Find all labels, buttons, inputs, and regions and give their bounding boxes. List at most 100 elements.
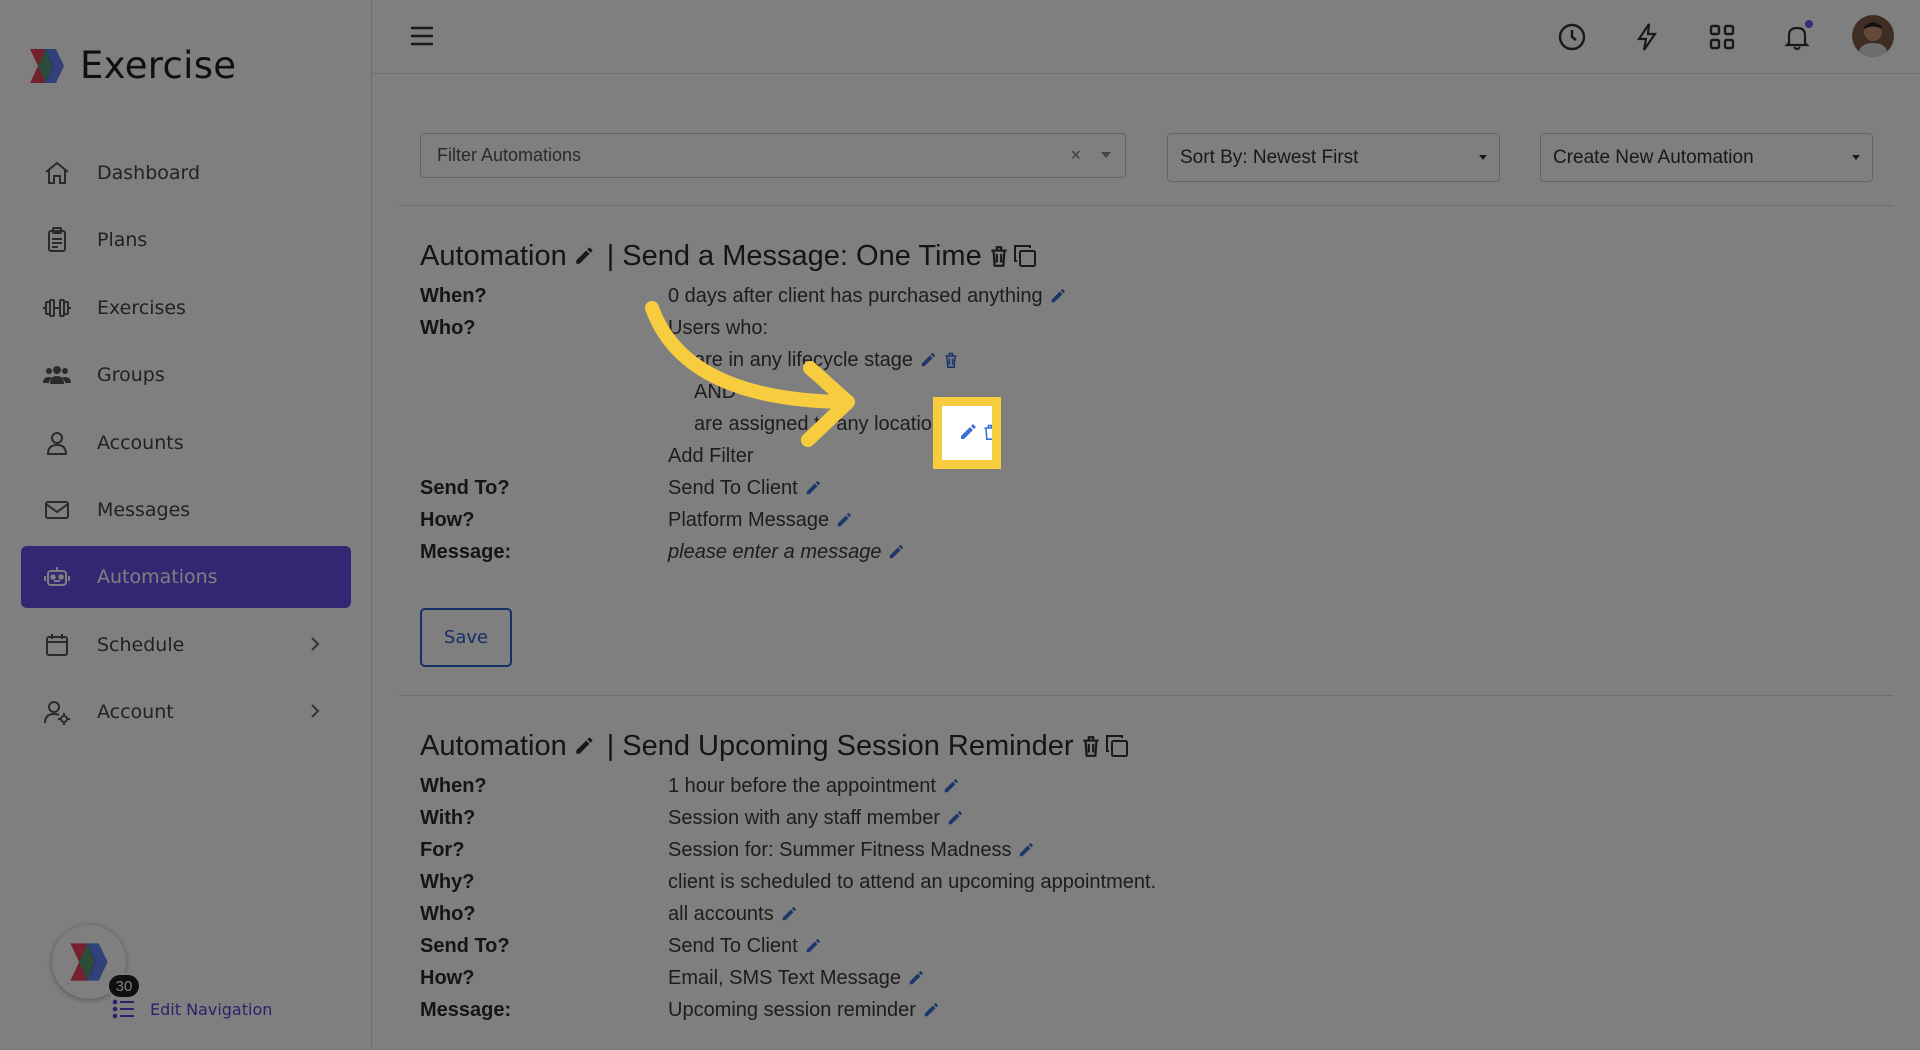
sidebar-item-label: Groups bbox=[97, 364, 165, 387]
how-value-group: Email, SMS Text Message bbox=[668, 967, 925, 990]
brand-name: Exercise bbox=[80, 44, 237, 87]
user-gear-icon bbox=[41, 696, 73, 728]
why-value: client is scheduled to attend an upcomin… bbox=[668, 870, 1157, 893]
add-filter-link[interactable]: Add Filter bbox=[668, 445, 754, 468]
sidebar-item-label: Dashboard bbox=[97, 162, 201, 184]
title-separator: | bbox=[606, 729, 615, 762]
user-icon bbox=[41, 427, 73, 459]
home-icon bbox=[41, 157, 73, 189]
pencil-icon[interactable] bbox=[573, 245, 595, 267]
copy-icon[interactable] bbox=[1104, 733, 1130, 759]
title-separator: | bbox=[606, 239, 615, 272]
pencil-icon[interactable] bbox=[780, 905, 798, 923]
automation-card: Automation | Send a Message: One Time Wh… bbox=[420, 238, 1065, 563]
pencil-icon[interactable] bbox=[835, 511, 853, 529]
brand[interactable]: Exercise bbox=[26, 44, 236, 87]
filter-value-group: are in any lifecycle stage bbox=[694, 349, 959, 372]
automation-title: Automation | Send a Message: One Time bbox=[420, 238, 1038, 274]
pencil-icon[interactable] bbox=[1049, 287, 1067, 305]
clock-icon[interactable] bbox=[1555, 20, 1589, 54]
user-avatar[interactable] bbox=[1852, 15, 1894, 57]
clipboard-icon bbox=[41, 224, 73, 256]
copy-icon[interactable] bbox=[1012, 243, 1038, 269]
create-automation-select[interactable]: Create New Automation bbox=[1540, 133, 1873, 182]
caret-down-icon[interactable] bbox=[1101, 152, 1111, 158]
when-label: When? bbox=[420, 284, 487, 307]
trash-icon[interactable] bbox=[988, 244, 1010, 268]
send-to-value-group: Send To Client bbox=[668, 935, 822, 958]
pencil-icon[interactable] bbox=[922, 1001, 940, 1019]
sidebar-item-schedule[interactable]: Schedule bbox=[21, 614, 351, 676]
sidebar-item-plans[interactable]: Plans bbox=[21, 209, 351, 271]
caret-down-icon bbox=[1852, 155, 1860, 160]
divider bbox=[399, 205, 1893, 206]
robot-icon bbox=[41, 561, 73, 593]
app-launcher-button[interactable]: 30 bbox=[52, 925, 141, 999]
main-content: Filter Automations × Sort By: Newest Fir… bbox=[372, 74, 1920, 1050]
when-value: 0 days after client has purchased anythi… bbox=[668, 284, 1043, 307]
how-value-group: Platform Message bbox=[668, 509, 853, 532]
dumbbell-icon bbox=[41, 292, 73, 324]
pencil-icon[interactable] bbox=[942, 777, 960, 795]
highlighted-pencil-button[interactable] bbox=[942, 406, 992, 460]
bell-icon[interactable] bbox=[1780, 20, 1814, 54]
sidebar-item-automations[interactable]: Automations bbox=[21, 546, 351, 609]
divider bbox=[399, 695, 1893, 696]
send-to-label: Send To? bbox=[420, 476, 510, 499]
sort-select[interactable]: Sort By: Newest First bbox=[1167, 133, 1500, 182]
message-value-group: please enter a message bbox=[668, 541, 905, 564]
brand-logo-icon bbox=[70, 943, 108, 981]
sidebar: Exercise Dashboard Plans Exercises Group… bbox=[0, 0, 372, 1050]
apps-grid-icon[interactable] bbox=[1705, 20, 1739, 54]
pencil-icon[interactable] bbox=[887, 543, 905, 561]
when-label: When? bbox=[420, 774, 487, 797]
notification-count-badge: 30 bbox=[107, 973, 141, 999]
sidebar-nav: Dashboard Plans Exercises Groups Account… bbox=[21, 142, 351, 749]
why-label: Why? bbox=[420, 870, 475, 893]
sidebar-item-groups[interactable]: Groups bbox=[21, 344, 351, 406]
location-filter-value: are assigned to any location bbox=[694, 412, 944, 435]
when-value-group: 1 hour before the appointment bbox=[668, 775, 960, 798]
message-label: Message: bbox=[420, 998, 512, 1021]
for-value: Session for: Summer Fitness Madness bbox=[668, 838, 1012, 861]
pencil-icon[interactable] bbox=[573, 735, 595, 757]
pencil-icon[interactable] bbox=[1017, 841, 1035, 859]
lifecycle-filter-value: are in any lifecycle stage bbox=[694, 348, 914, 371]
how-label: How? bbox=[420, 508, 475, 531]
with-value-group: Session with any staff member bbox=[668, 807, 964, 830]
pencil-icon[interactable] bbox=[946, 809, 964, 827]
pencil-icon[interactable] bbox=[907, 969, 925, 987]
save-button[interactable]: Save bbox=[420, 608, 512, 667]
sidebar-item-label: Automations bbox=[97, 566, 218, 589]
edit-navigation-link[interactable]: Edit Navigation bbox=[112, 997, 272, 1021]
sidebar-item-label: Account bbox=[97, 701, 174, 724]
send-to-label: Send To? bbox=[420, 934, 510, 957]
and-label: AND bbox=[694, 380, 737, 403]
sidebar-item-accounts[interactable]: Accounts bbox=[21, 412, 351, 474]
lightning-icon[interactable] bbox=[1630, 20, 1664, 54]
sidebar-item-account[interactable]: Account bbox=[21, 681, 351, 743]
clear-filter-button[interactable]: × bbox=[1070, 145, 1081, 166]
sidebar-footer: 30 Edit Navigation bbox=[52, 925, 272, 1019]
pencil-icon[interactable] bbox=[804, 479, 822, 497]
sidebar-item-exercises[interactable]: Exercises bbox=[21, 277, 351, 339]
send-to-value: Send To Client bbox=[668, 934, 798, 957]
trash-icon[interactable] bbox=[943, 351, 959, 369]
trash-icon[interactable] bbox=[1080, 734, 1102, 758]
pencil-icon[interactable] bbox=[919, 351, 937, 369]
for-label: For? bbox=[420, 838, 465, 861]
when-value-group: 0 days after client has purchased anythi… bbox=[668, 285, 1067, 308]
message-label: Message: bbox=[420, 540, 512, 563]
sidebar-item-dashboard[interactable]: Dashboard bbox=[21, 142, 351, 204]
send-to-value-group: Send To Client bbox=[668, 477, 822, 500]
sidebar-item-messages[interactable]: Messages bbox=[21, 479, 351, 541]
chevron-right-icon bbox=[311, 637, 320, 651]
sidebar-item-label: Exercises bbox=[97, 296, 186, 319]
pencil-icon[interactable] bbox=[804, 937, 822, 955]
filter-automations-input[interactable]: Filter Automations × bbox=[420, 133, 1126, 178]
automation-name: Send Upcoming Session Reminder bbox=[622, 729, 1074, 762]
hamburger-menu-icon[interactable] bbox=[408, 22, 436, 50]
brand-logo-icon bbox=[30, 48, 64, 83]
sidebar-item-label: Schedule bbox=[97, 633, 185, 656]
users-icon bbox=[41, 359, 73, 391]
